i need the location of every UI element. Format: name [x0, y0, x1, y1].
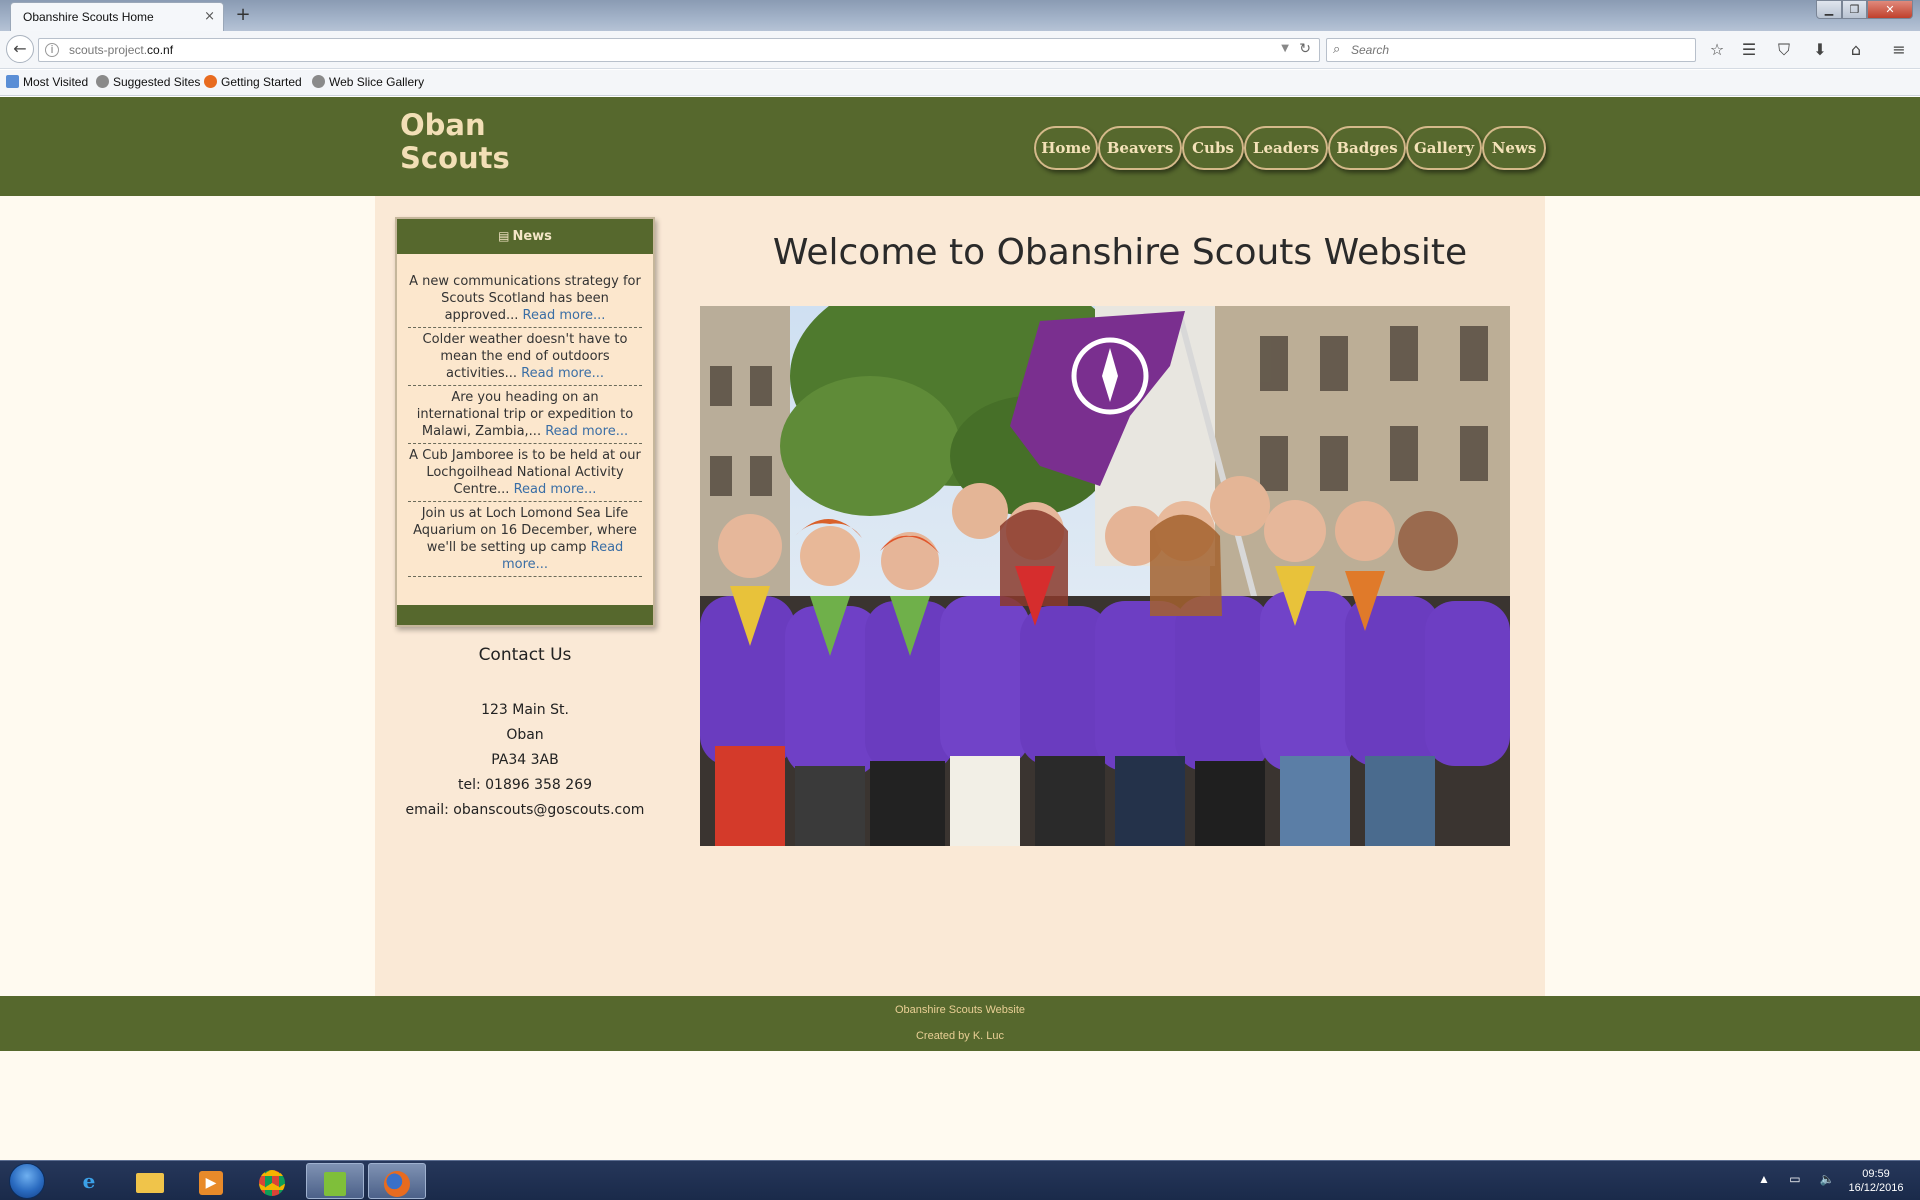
internet-explorer-icon[interactable]: e	[60, 1163, 118, 1199]
nav-badges[interactable]: Badges	[1328, 126, 1406, 170]
site-header: Oban Scouts Home Beavers Cubs Leaders Ba…	[0, 97, 1920, 196]
nav-cubs[interactable]: Cubs	[1182, 126, 1244, 170]
contact-town: Oban	[506, 727, 544, 743]
search-input[interactable]	[1351, 41, 1681, 59]
bookmark-web-slice-gallery[interactable]: Web Slice Gallery	[312, 75, 424, 89]
nav-news[interactable]: News	[1482, 126, 1546, 170]
news-list: A new communications strategy for Scouts…	[408, 273, 642, 580]
clock-date: 16/12/2016	[1848, 1182, 1904, 1194]
nav-beavers[interactable]: Beavers	[1098, 126, 1182, 170]
home-icon[interactable]: ⌂	[1845, 39, 1867, 61]
bookmark-most-visited[interactable]: Most Visited	[6, 75, 88, 89]
contact-phone: tel: 01896 358 269	[457, 777, 593, 793]
contact-title: Contact Us	[478, 645, 572, 665]
newspaper-icon: ▤	[498, 229, 510, 243]
tab-title: Obanshire Scouts Home	[23, 10, 154, 24]
back-arrow-icon: ←	[13, 39, 27, 58]
bookmark-star-icon[interactable]: ☆	[1706, 39, 1728, 61]
downloads-icon[interactable]: ⬇	[1809, 39, 1831, 61]
bookmark-suggested-sites[interactable]: Suggested Sites	[96, 75, 200, 89]
window-maximize-button[interactable]: ❐	[1842, 0, 1867, 19]
content-area: ▤ News A new communications strategy for …	[375, 196, 1545, 996]
news-item: A Cub Jamboree is to be held at our Loch…	[408, 447, 642, 502]
file-explorer-icon[interactable]	[121, 1163, 179, 1199]
news-panel-footer	[397, 605, 653, 625]
read-more-link[interactable]: Read more...	[523, 308, 606, 323]
tab-close-icon[interactable]: ×	[204, 9, 215, 24]
news-panel-header: ▤ News	[397, 219, 653, 254]
browser-titlebar: Obanshire Scouts Home × + ▁ ❐ ✕	[0, 0, 1920, 31]
firefox-icon[interactable]	[368, 1163, 426, 1199]
window-close-button[interactable]: ✕	[1867, 0, 1913, 19]
globe-icon	[312, 75, 325, 88]
taskbar-clock[interactable]: 09:59 16/12/2016	[1838, 1167, 1914, 1195]
web-page: Oban Scouts Home Beavers Cubs Leaders Ba…	[0, 97, 1920, 1160]
read-more-link[interactable]: Read more...	[521, 366, 604, 381]
media-player-icon[interactable]: ▶	[182, 1163, 240, 1199]
contact-postcode: PA34 3AB	[491, 752, 559, 768]
folder-icon	[6, 75, 19, 88]
scouts-group-photo	[700, 306, 1510, 846]
site-info-icon[interactable]: i	[45, 43, 59, 57]
read-more-link[interactable]: Read more...	[545, 424, 628, 439]
site-footer: Obanshire Scouts Website Created by K. L…	[0, 996, 1920, 1051]
browser-tab[interactable]: Obanshire Scouts Home ×	[10, 2, 224, 31]
read-more-link[interactable]: Read more...	[514, 482, 597, 497]
bookmarks-toolbar: Most Visited Suggested Sites Getting Sta…	[0, 70, 1920, 96]
url-bar[interactable]: i scouts-project.co.nf ▼ ↻	[38, 38, 1320, 62]
globe-icon	[96, 75, 109, 88]
contact-details: 123 Main St. Oban PA34 3AB tel: 01896 35…	[395, 698, 655, 823]
chrome-icon[interactable]	[243, 1163, 301, 1199]
news-item: Are you heading on an international trip…	[408, 389, 642, 444]
news-item: A new communications strategy for Scouts…	[408, 273, 642, 328]
url-text[interactable]: scouts-project.co.nf	[69, 43, 173, 57]
news-panel: ▤ News A new communications strategy for …	[395, 217, 655, 627]
windows-start-icon	[9, 1163, 45, 1199]
reading-list-icon[interactable]: ☰	[1738, 39, 1760, 61]
reload-icon[interactable]: ↻	[1299, 41, 1311, 57]
nav-leaders[interactable]: Leaders	[1244, 126, 1328, 170]
page-title: Welcome to Obanshire Scouts Website	[772, 232, 1468, 273]
notepad-icon[interactable]	[306, 1163, 364, 1199]
contact-email: email: obanscouts@goscouts.com	[405, 802, 645, 818]
footer-site-name: Obanshire Scouts Website	[894, 1004, 1026, 1016]
search-icon: ⌕	[1333, 42, 1341, 57]
footer-credit: Created by K. Luc	[915, 1030, 1005, 1042]
new-tab-button[interactable]: +	[233, 4, 253, 25]
window-minimize-button[interactable]: ▁	[1816, 0, 1842, 19]
windows-taskbar: e ▶ ▲ ▭ 🔈 09:59 16/12/2016	[0, 1160, 1920, 1200]
bookmark-getting-started[interactable]: Getting Started	[204, 75, 302, 89]
news-item: Join us at Loch Lomond Sea Life Aquarium…	[408, 505, 642, 577]
url-dropdown-icon[interactable]: ▼	[1281, 43, 1289, 54]
menu-icon[interactable]: ≡	[1888, 39, 1910, 61]
back-button[interactable]: ←	[6, 35, 34, 63]
contact-section: Contact Us 123 Main St. Oban PA34 3AB te…	[395, 644, 655, 823]
clock-time: 09:59	[1862, 1168, 1890, 1180]
browser-navbar: ← i scouts-project.co.nf ▼ ↻ ⌕ ☆ ☰ ⛉ ⬇ ⌂…	[0, 31, 1920, 69]
nav-gallery[interactable]: Gallery	[1406, 126, 1482, 170]
nav-home[interactable]: Home	[1034, 126, 1098, 170]
system-tray: ▲ ▭ 🔈 09:59 16/12/2016	[1750, 1161, 1920, 1200]
news-item: Colder weather doesn't have to mean the …	[408, 331, 642, 386]
start-button[interactable]	[2, 1162, 52, 1200]
hero-photo	[700, 306, 1510, 846]
tray-icons[interactable]: ▲ ▭ 🔈	[1758, 1172, 1843, 1186]
firefox-icon	[204, 75, 217, 88]
contact-street: 123 Main St.	[481, 702, 569, 718]
search-bar[interactable]: ⌕	[1326, 38, 1696, 62]
pocket-icon[interactable]: ⛉	[1773, 39, 1795, 61]
site-logo[interactable]: Oban Scouts	[400, 109, 540, 175]
